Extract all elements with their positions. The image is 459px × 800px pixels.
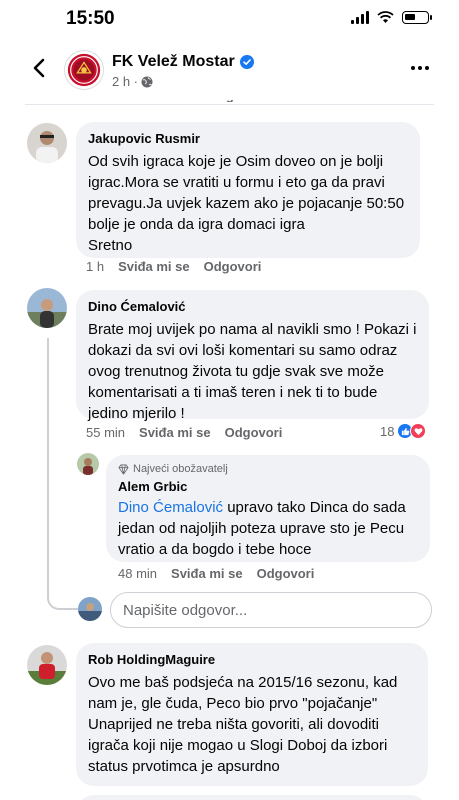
comment-text: Ovo me baš podsjeća na 2015/16 sezonu, k… (88, 674, 398, 775)
reply-text: Dino Ćemalović upravo tako Dinca do sada… (118, 499, 406, 558)
wifi-icon (377, 11, 394, 23)
page-name[interactable]: FK Velež Mostar (112, 53, 235, 71)
club-logo-avatar[interactable] (64, 50, 104, 90)
comment-bubble: Rob HoldingMaguire Ovo me baš podsjeća n… (76, 643, 428, 786)
comment-actions: 55 min Sviđa mi se Odgovori (86, 425, 282, 440)
comment-text: Brate moj uvijek po nama al navikli smo … (88, 321, 417, 422)
avatar-alem-grbic[interactable] (77, 453, 99, 475)
mention-link[interactable]: Dino Ćemalović (118, 499, 223, 516)
divider (25, 104, 434, 105)
globe-icon (141, 76, 153, 87)
comment-bubble: Dino Ćemalović Brate moj uvijek po nama … (76, 290, 429, 422)
comment-time: 1 h (86, 259, 105, 274)
status-icons (351, 11, 432, 24)
comment-author[interactable]: Dino Ćemalović (88, 298, 417, 315)
avatar-rob-holdingmaguire[interactable] (27, 645, 67, 685)
avatar-jakupovic-rusmir[interactable] (27, 123, 67, 163)
reply-time: 48 min (118, 566, 158, 581)
avatar-dino-cemalovic[interactable] (27, 288, 67, 328)
reply-author[interactable]: Alem Grbic (118, 478, 418, 495)
post-meta: 2 h · (112, 74, 153, 89)
comment-thread: 2 h Sviđa mi se Odgovori 8 Jakupovic Rus… (0, 90, 459, 800)
reply-button[interactable]: Odgovori (225, 425, 283, 440)
love-reaction-icon (410, 423, 427, 439)
next-comment-bubble (76, 795, 428, 800)
comment-text: Od svih igraca koje je Osim doveo on je … (88, 153, 405, 254)
person-photo-icon (27, 645, 67, 685)
reply-button[interactable]: Odgovori (257, 566, 315, 581)
top-fan-badge: Najveći obožavatelj (118, 463, 418, 475)
reply-actions: 48 min Sviđa mi se Odgovori (118, 566, 314, 581)
person-photo-icon (27, 123, 67, 163)
comment-author[interactable]: Rob HoldingMaguire (88, 651, 416, 668)
like-button[interactable]: Sviđa mi se (139, 425, 211, 440)
signal-icon (351, 11, 369, 24)
comment-actions: 1 h Sviđa mi se Odgovori (86, 259, 261, 274)
post-timestamp: 2 h · (112, 74, 139, 89)
page-name-row: FK Velež Mostar (112, 53, 254, 71)
reply-bubble: Najveći obožavatelj Alem Grbic Dino Ćema… (106, 455, 430, 562)
current-user-avatar (78, 597, 102, 621)
reaction-summary[interactable]: 18 (380, 423, 427, 439)
reaction-count: 18 (380, 423, 395, 439)
top-fan-label: Najveći obožavatelj (133, 463, 228, 475)
person-photo-icon (77, 453, 99, 475)
comment-author[interactable]: Jakupovic Rusmir (88, 130, 408, 147)
comment-time: 55 min (86, 425, 126, 440)
like-button[interactable]: Sviđa mi se (118, 259, 190, 274)
verified-badge-icon (239, 55, 254, 69)
reply-button[interactable]: Odgovori (204, 259, 262, 274)
person-photo-icon (78, 597, 102, 621)
status-bar: 15:50 (0, 0, 459, 40)
reply-input[interactable]: Napišite odgovor... (110, 592, 432, 628)
battery-icon (402, 11, 432, 24)
post-header: FK Velež Mostar 2 h · (0, 40, 459, 100)
status-time: 15:50 (66, 8, 115, 29)
like-button[interactable]: Sviđa mi se (171, 566, 243, 581)
diamond-icon (118, 464, 129, 474)
comment-bubble: Jakupovic Rusmir Od svih igraca koje je … (76, 122, 420, 258)
person-photo-icon (27, 288, 67, 328)
more-options-icon[interactable] (411, 66, 429, 70)
back-arrow-icon[interactable] (28, 56, 52, 80)
